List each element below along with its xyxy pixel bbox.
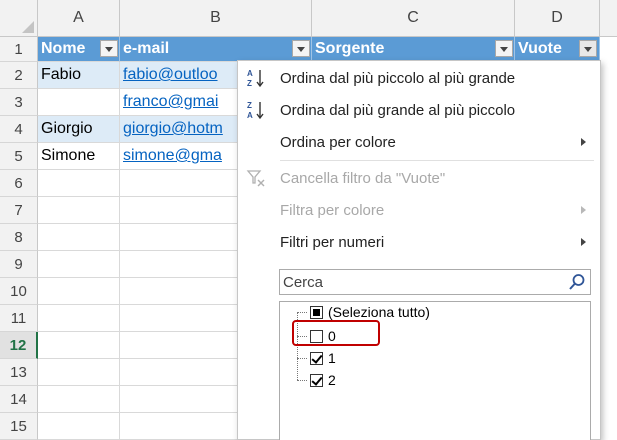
menu-sort-descending[interactable]: Z A Ordina dal più grande al più piccolo bbox=[238, 94, 600, 126]
menu-sort-ascending[interactable]: A Z Ordina dal più piccolo al più grande bbox=[238, 62, 600, 94]
menu-label: Cancella filtro da "Vuote" bbox=[280, 169, 446, 187]
menu-label: Ordina dal più grande al più piccolo bbox=[280, 101, 516, 119]
row-header[interactable]: 6 bbox=[0, 170, 38, 197]
submenu-arrow-icon bbox=[581, 238, 586, 246]
list-item-value-1[interactable]: 1 bbox=[310, 348, 336, 368]
empty-cell[interactable] bbox=[38, 386, 120, 413]
row-header[interactable]: 2 bbox=[0, 62, 38, 89]
empty-cell[interactable] bbox=[38, 170, 120, 197]
menu-label: Ordina per colore bbox=[280, 133, 396, 151]
row-header[interactable]: 8 bbox=[0, 224, 38, 251]
menu-separator bbox=[280, 160, 594, 161]
row-header[interactable]: 3 bbox=[0, 89, 38, 116]
list-item-select-all[interactable]: (Seleziona tutto) bbox=[310, 302, 430, 322]
search-box bbox=[279, 269, 591, 295]
checkbox-checked-icon[interactable] bbox=[310, 351, 323, 365]
row-header[interactable]: 7 bbox=[0, 197, 38, 224]
select-all-corner[interactable] bbox=[0, 0, 38, 37]
submenu-arrow-icon bbox=[581, 138, 586, 146]
row-header[interactable]: 9 bbox=[0, 251, 38, 278]
list-item-label: 1 bbox=[328, 350, 336, 366]
row-header[interactable]: 10 bbox=[0, 278, 38, 305]
svg-text:Z: Z bbox=[247, 79, 252, 88]
table-header-email[interactable]: e-mail bbox=[120, 37, 312, 62]
header-label-sorgente: Sorgente bbox=[315, 40, 385, 57]
menu-filter-by-color[interactable]: Filtra per colore bbox=[238, 194, 600, 226]
table-cell-name[interactable]: Simone bbox=[38, 143, 120, 170]
row-header[interactable]: 11 bbox=[0, 305, 38, 332]
svg-text:Z: Z bbox=[247, 101, 252, 110]
menu-clear-filter[interactable]: Cancella filtro da "Vuote" bbox=[238, 162, 600, 194]
header-label-nome: Nome bbox=[41, 40, 86, 57]
empty-cell[interactable] bbox=[38, 278, 120, 305]
search-input[interactable] bbox=[280, 270, 560, 294]
tree-line bbox=[297, 380, 307, 381]
column-header-a[interactable]: A bbox=[38, 0, 120, 37]
header-label-email: e-mail bbox=[123, 40, 170, 57]
row-header[interactable]: 13 bbox=[0, 359, 38, 386]
select-all-triangle-icon bbox=[22, 21, 34, 33]
list-item-label: (Seleziona tutto) bbox=[328, 304, 430, 320]
empty-cell[interactable] bbox=[38, 305, 120, 332]
filter-dropdown-icon[interactable] bbox=[100, 40, 118, 57]
empty-cell[interactable] bbox=[38, 197, 120, 224]
svg-text:A: A bbox=[247, 69, 253, 78]
table-cell-name[interactable]: Fabio bbox=[38, 62, 120, 89]
column-header-b[interactable]: B bbox=[120, 0, 312, 37]
autofilter-menu: A Z Ordina dal più piccolo al più grande… bbox=[237, 60, 601, 440]
list-item-value-2[interactable]: 2 bbox=[310, 370, 336, 390]
clear-filter-icon bbox=[246, 170, 265, 187]
menu-label: Filtra per colore bbox=[280, 201, 385, 219]
menu-label: Filtri per numeri bbox=[280, 233, 385, 251]
sort-descending-icon: Z A bbox=[247, 101, 264, 120]
table-header-sorgente[interactable]: Sorgente bbox=[312, 37, 515, 62]
row-header-active[interactable]: 12 bbox=[0, 332, 38, 359]
row-header[interactable]: 15 bbox=[0, 413, 38, 440]
checkbox-checked-icon[interactable] bbox=[310, 373, 323, 387]
column-header-d[interactable]: D bbox=[515, 0, 600, 37]
empty-cell[interactable] bbox=[38, 359, 120, 386]
column-header-filler bbox=[600, 0, 617, 37]
row-header[interactable]: 4 bbox=[0, 116, 38, 143]
row-header[interactable]: 1 bbox=[0, 37, 38, 62]
row-header[interactable]: 5 bbox=[0, 143, 38, 170]
column-header-c[interactable]: C bbox=[312, 0, 515, 37]
search-icon[interactable] bbox=[568, 273, 586, 291]
filter-dropdown-icon[interactable] bbox=[495, 40, 513, 57]
menu-sort-by-color[interactable]: Ordina per colore bbox=[238, 126, 600, 158]
menu-label: Ordina dal più piccolo al più grande bbox=[280, 69, 516, 87]
table-cell-name[interactable] bbox=[38, 89, 120, 116]
empty-cell[interactable] bbox=[38, 413, 120, 440]
annotation-highlight-box bbox=[292, 320, 380, 346]
filter-dropdown-icon[interactable] bbox=[292, 40, 310, 57]
list-item-label: 2 bbox=[328, 372, 336, 388]
sort-ascending-icon: A Z bbox=[247, 69, 264, 88]
empty-cell[interactable] bbox=[38, 251, 120, 278]
table-cell-name[interactable]: Giorgio bbox=[38, 116, 120, 143]
empty-cell[interactable] bbox=[38, 224, 120, 251]
submenu-arrow-icon bbox=[581, 206, 586, 214]
header-label-vuote: Vuote bbox=[518, 40, 562, 57]
tree-line bbox=[297, 358, 307, 359]
menu-number-filters[interactable]: Filtri per numeri bbox=[238, 226, 600, 258]
row-header[interactable]: 14 bbox=[0, 386, 38, 413]
checkbox-partial-icon[interactable] bbox=[310, 305, 323, 319]
filter-dropdown-icon-active[interactable] bbox=[579, 40, 597, 57]
tree-line bbox=[297, 312, 307, 313]
empty-cell[interactable] bbox=[38, 332, 120, 359]
svg-text:A: A bbox=[247, 111, 253, 120]
